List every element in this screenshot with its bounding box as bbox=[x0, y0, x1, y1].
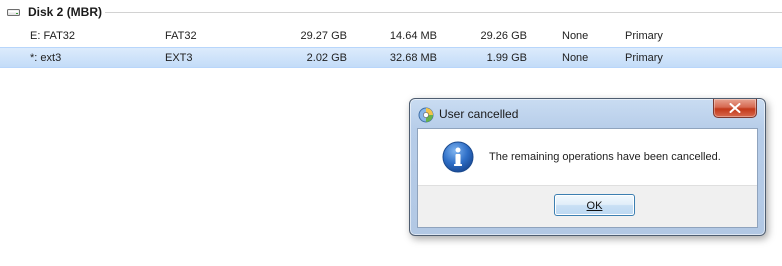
ok-button[interactable]: OK bbox=[554, 194, 635, 216]
partition-flags: None bbox=[562, 30, 589, 42]
partition-row[interactable]: E: FAT32 FAT32 29.27 GB 14.64 MB 29.26 G… bbox=[0, 26, 782, 46]
partition-row-selected[interactable]: *: ext3 EXT3 2.02 GB 32.68 MB 1.99 GB No… bbox=[0, 47, 782, 68]
message-area: The remaining operations have been cance… bbox=[418, 129, 757, 186]
dialog-title: User cancelled bbox=[439, 107, 519, 121]
close-button[interactable] bbox=[713, 99, 757, 118]
partition-capacity: 2.02 GB bbox=[306, 52, 347, 64]
app-icon bbox=[418, 107, 434, 123]
partition-used: 14.64 MB bbox=[389, 30, 437, 42]
disk-title: Disk 2 (MBR) bbox=[28, 5, 103, 19]
close-icon bbox=[729, 103, 741, 113]
drive-icon bbox=[7, 7, 20, 17]
partition-used: 32.68 MB bbox=[389, 52, 437, 64]
dialog-message: The remaining operations have been cance… bbox=[489, 151, 721, 163]
dialog-body: The remaining operations have been cance… bbox=[417, 128, 758, 228]
disk-header: Disk 2 (MBR) bbox=[0, 0, 782, 24]
partition-unused: 1.99 GB bbox=[486, 52, 527, 64]
partition-flags: None bbox=[562, 52, 589, 64]
partition-unused: 29.26 GB bbox=[480, 30, 527, 42]
partition-filesystem: EXT3 bbox=[165, 52, 193, 64]
info-icon bbox=[442, 141, 474, 173]
partition-filesystem: FAT32 bbox=[165, 30, 197, 42]
partition-status: Primary bbox=[625, 52, 663, 64]
header-divider bbox=[105, 12, 782, 13]
partition-name: E: FAT32 bbox=[30, 30, 76, 42]
ok-label: OK bbox=[586, 200, 603, 212]
partition-status: Primary bbox=[625, 30, 663, 42]
partition-name: *: ext3 bbox=[30, 52, 62, 64]
user-cancelled-dialog: User cancelled The remaining operations … bbox=[409, 98, 766, 236]
partition-capacity: 29.27 GB bbox=[300, 30, 347, 42]
